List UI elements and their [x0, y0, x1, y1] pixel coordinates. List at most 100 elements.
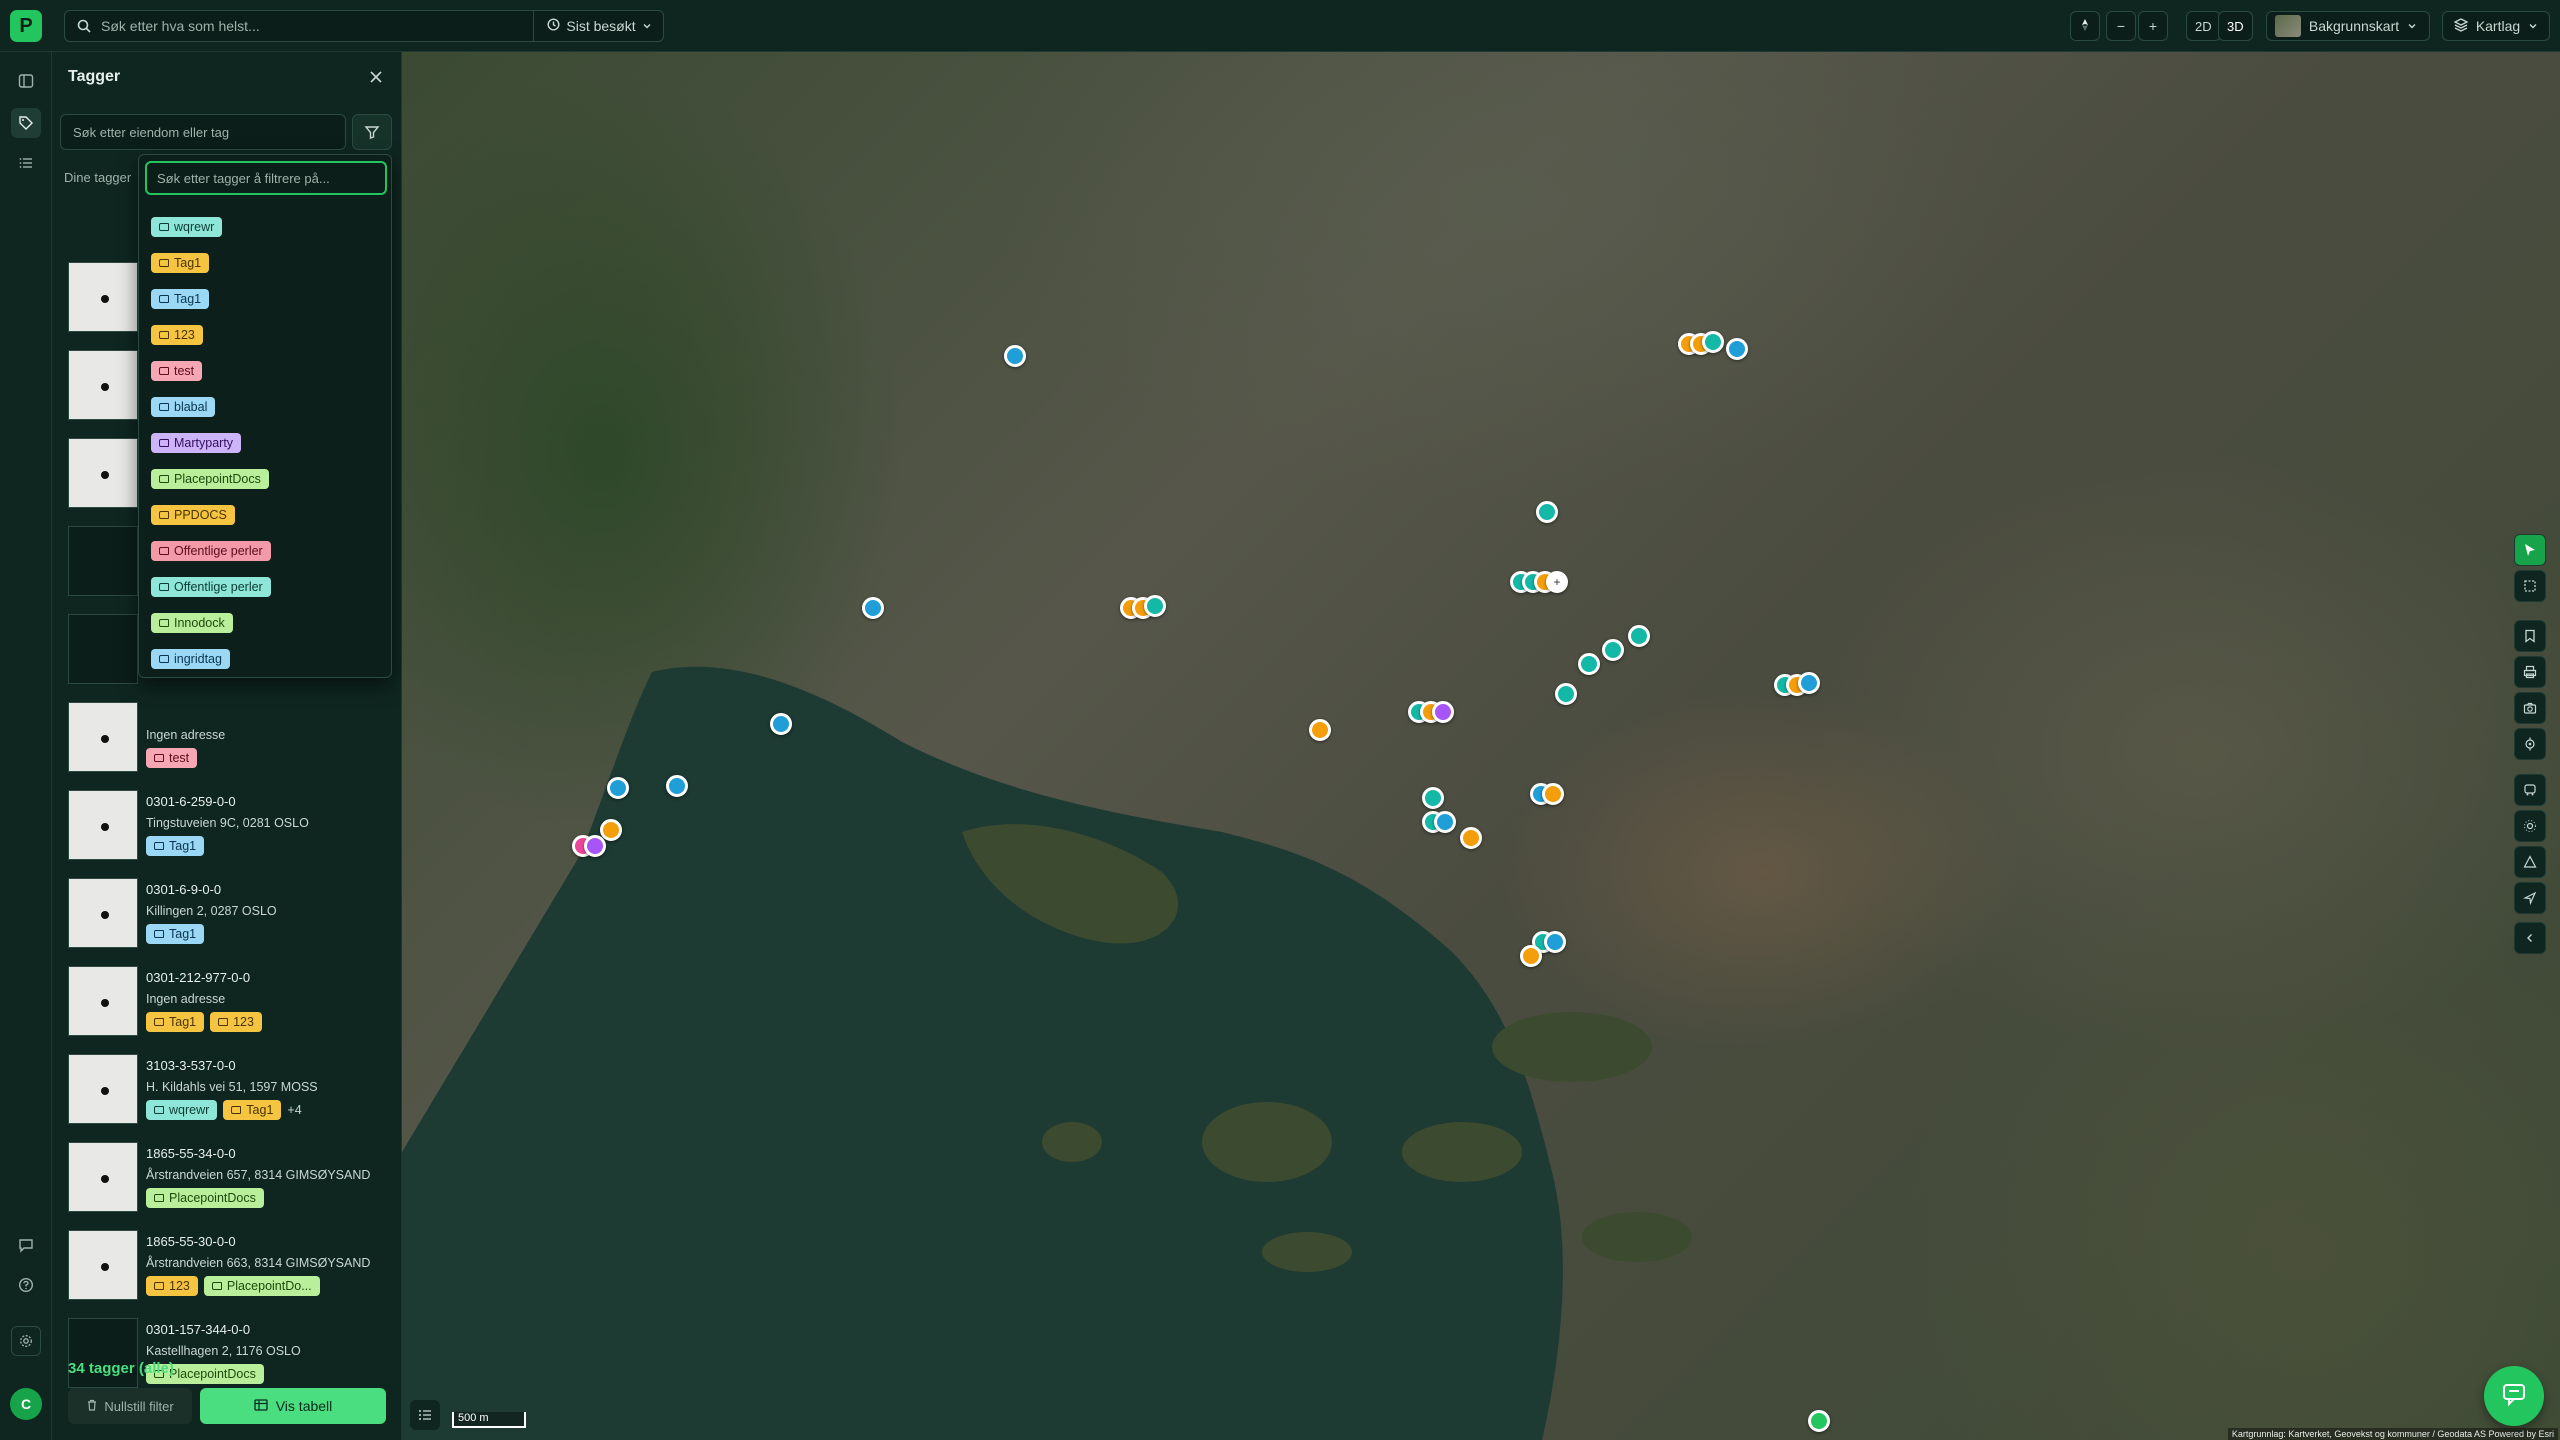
property-marker[interactable] [1798, 672, 1820, 694]
more-tags-count[interactable]: +4 [287, 1103, 301, 1117]
add-marker-icon[interactable]: + [1546, 571, 1568, 593]
property-marker[interactable] [1808, 1410, 1830, 1432]
tag-chip[interactable]: test [146, 748, 198, 768]
tag-option[interactable]: blabal [151, 397, 216, 417]
bookmark-icon[interactable] [2514, 620, 2546, 652]
list-item[interactable]: 0301-6-9-0-0 Killingen 2, 0287 OSLO Tag1 [52, 874, 402, 962]
property-marker[interactable] [770, 713, 792, 735]
close-icon[interactable] [363, 64, 389, 90]
map-icon[interactable] [11, 66, 41, 96]
reset-filter-button[interactable]: Nullstill filter [68, 1388, 192, 1424]
property-marker[interactable] [1542, 783, 1564, 805]
tag-icon [154, 1194, 164, 1202]
property-search-input[interactable]: Søk etter eiendom eller tag [60, 114, 346, 150]
property-marker[interactable] [1578, 653, 1600, 675]
tag-option[interactable]: PPDOCS [151, 505, 235, 525]
tag-chip[interactable]: PlacepointDo... [203, 1276, 320, 1296]
tag-option[interactable]: ingridtag [151, 649, 230, 669]
tag-chip[interactable]: Tag1 [146, 1012, 205, 1032]
property-marker[interactable] [1602, 639, 1624, 661]
tag-option[interactable]: Offentlige perler [151, 541, 271, 561]
tag-chips: Tag1 123 [146, 1012, 262, 1032]
cursor-icon[interactable] [2514, 534, 2546, 566]
chat-bubble-icon[interactable] [11, 1230, 41, 1260]
property-marker[interactable] [584, 835, 606, 857]
show-table-button[interactable]: Vis tabell [200, 1388, 386, 1424]
property-marker[interactable] [1309, 719, 1331, 741]
property-marker[interactable] [1536, 501, 1558, 523]
tag-chip[interactable]: 123 [146, 1276, 198, 1296]
property-marker[interactable] [1004, 345, 1026, 367]
camera-icon[interactable] [2514, 692, 2546, 724]
sun-icon[interactable] [2514, 810, 2546, 842]
tag-chip[interactable]: Tag1 [146, 924, 205, 944]
property-marker[interactable] [666, 775, 688, 797]
basemap-dropdown[interactable]: Bakgrunnskart [2266, 11, 2430, 41]
list-item[interactable]: 1865-55-30-0-0 Årstrandveien 663, 8314 G… [52, 1226, 402, 1314]
property-id: 0301-212-977-0-0 [146, 970, 251, 985]
property-thumbnail [68, 1318, 138, 1388]
view-3d-button[interactable]: 3D [2218, 11, 2253, 41]
view-2d-button[interactable]: 2D [2186, 11, 2221, 41]
navigation-icon[interactable] [2514, 882, 2546, 914]
property-marker[interactable] [1432, 701, 1454, 723]
car-icon[interactable] [2514, 774, 2546, 806]
tag-option[interactable]: PlacepointDocs [151, 469, 269, 489]
list-item[interactable]: 0301-6-259-0-0 Tingstuveien 9C, 0281 OSL… [52, 786, 402, 874]
legend-icon[interactable] [410, 1400, 440, 1430]
chat-support-button[interactable] [2484, 1366, 2544, 1426]
tag-chip[interactable]: wqrewr [146, 1100, 218, 1120]
layers-dropdown[interactable]: Kartlag [2442, 11, 2550, 41]
filter-icon[interactable] [352, 114, 392, 150]
list-item[interactable]: 1865-55-34-0-0 Årstrandveien 657, 8314 G… [52, 1138, 402, 1226]
user-avatar[interactable]: C [10, 1388, 42, 1420]
tag-chip[interactable]: PlacepointDocs [146, 1188, 264, 1208]
tag-icon[interactable] [11, 108, 41, 138]
property-address: Tingstuveien 9C, 0281 OSLO [146, 816, 309, 830]
property-marker[interactable] [1555, 683, 1577, 705]
property-marker[interactable] [862, 597, 884, 619]
property-marker[interactable] [1460, 827, 1482, 849]
tag-option[interactable]: Tag1 [151, 289, 210, 309]
property-marker[interactable] [1544, 931, 1566, 953]
property-marker[interactable] [1422, 787, 1444, 809]
list-item[interactable]: 3103-3-537-0-0 H. Kildahls vei 51, 1597 … [52, 1050, 402, 1138]
property-marker[interactable] [1628, 625, 1650, 647]
property-marker[interactable] [1434, 811, 1456, 833]
zoom-out-button[interactable]: − [2106, 11, 2136, 41]
compass-button[interactable] [2070, 11, 2100, 41]
property-marker[interactable] [1144, 595, 1166, 617]
zoom-in-button[interactable]: + [2138, 11, 2168, 41]
tag-option[interactable]: wqrewr [151, 217, 223, 237]
tag-filter-input[interactable]: Søk etter tagger å filtrere på... [145, 161, 387, 195]
tag-chip[interactable]: 123 [210, 1012, 262, 1032]
list-icon[interactable] [11, 148, 41, 178]
property-marker[interactable] [1702, 331, 1724, 353]
tag-option[interactable]: Tag1 [151, 253, 210, 273]
tag-option[interactable]: 123 [151, 325, 203, 345]
help-icon[interactable] [11, 1270, 41, 1300]
recent-dropdown[interactable]: Sist besøkt [533, 10, 665, 42]
property-marker[interactable] [1520, 945, 1542, 967]
collapse-chevron-left-icon[interactable] [2514, 922, 2546, 954]
property-marker[interactable] [607, 777, 629, 799]
map-view[interactable]: + [402, 52, 2560, 1440]
app-logo[interactable]: P [10, 10, 42, 42]
property-marker[interactable] [1726, 338, 1748, 360]
tag-chip[interactable]: Tag1 [223, 1100, 282, 1120]
tag-option[interactable]: Martyparty [151, 433, 242, 453]
list-item[interactable]: 0301-212-977-0-0 Ingen adresse Tag1 123 [52, 962, 402, 1050]
tag-option[interactable]: test [151, 361, 203, 381]
tag-chip[interactable]: Tag1 [146, 836, 205, 856]
print-icon[interactable] [2514, 656, 2546, 688]
measure-icon[interactable] [2514, 846, 2546, 878]
tag-option[interactable]: Offentlige perler [151, 577, 271, 597]
map-attribution: Kartgrunnlag: Kartverket, Geovekst og ko… [2227, 1428, 2558, 1440]
property-marker[interactable] [600, 819, 622, 841]
select-area-icon[interactable] [2514, 570, 2546, 602]
tag-option[interactable]: Innodock [151, 613, 233, 633]
list-item[interactable]: Ingen adresse test [52, 698, 402, 786]
settings-icon[interactable] [11, 1326, 41, 1356]
property-thumbnail [68, 526, 138, 596]
location-icon[interactable] [2514, 728, 2546, 760]
